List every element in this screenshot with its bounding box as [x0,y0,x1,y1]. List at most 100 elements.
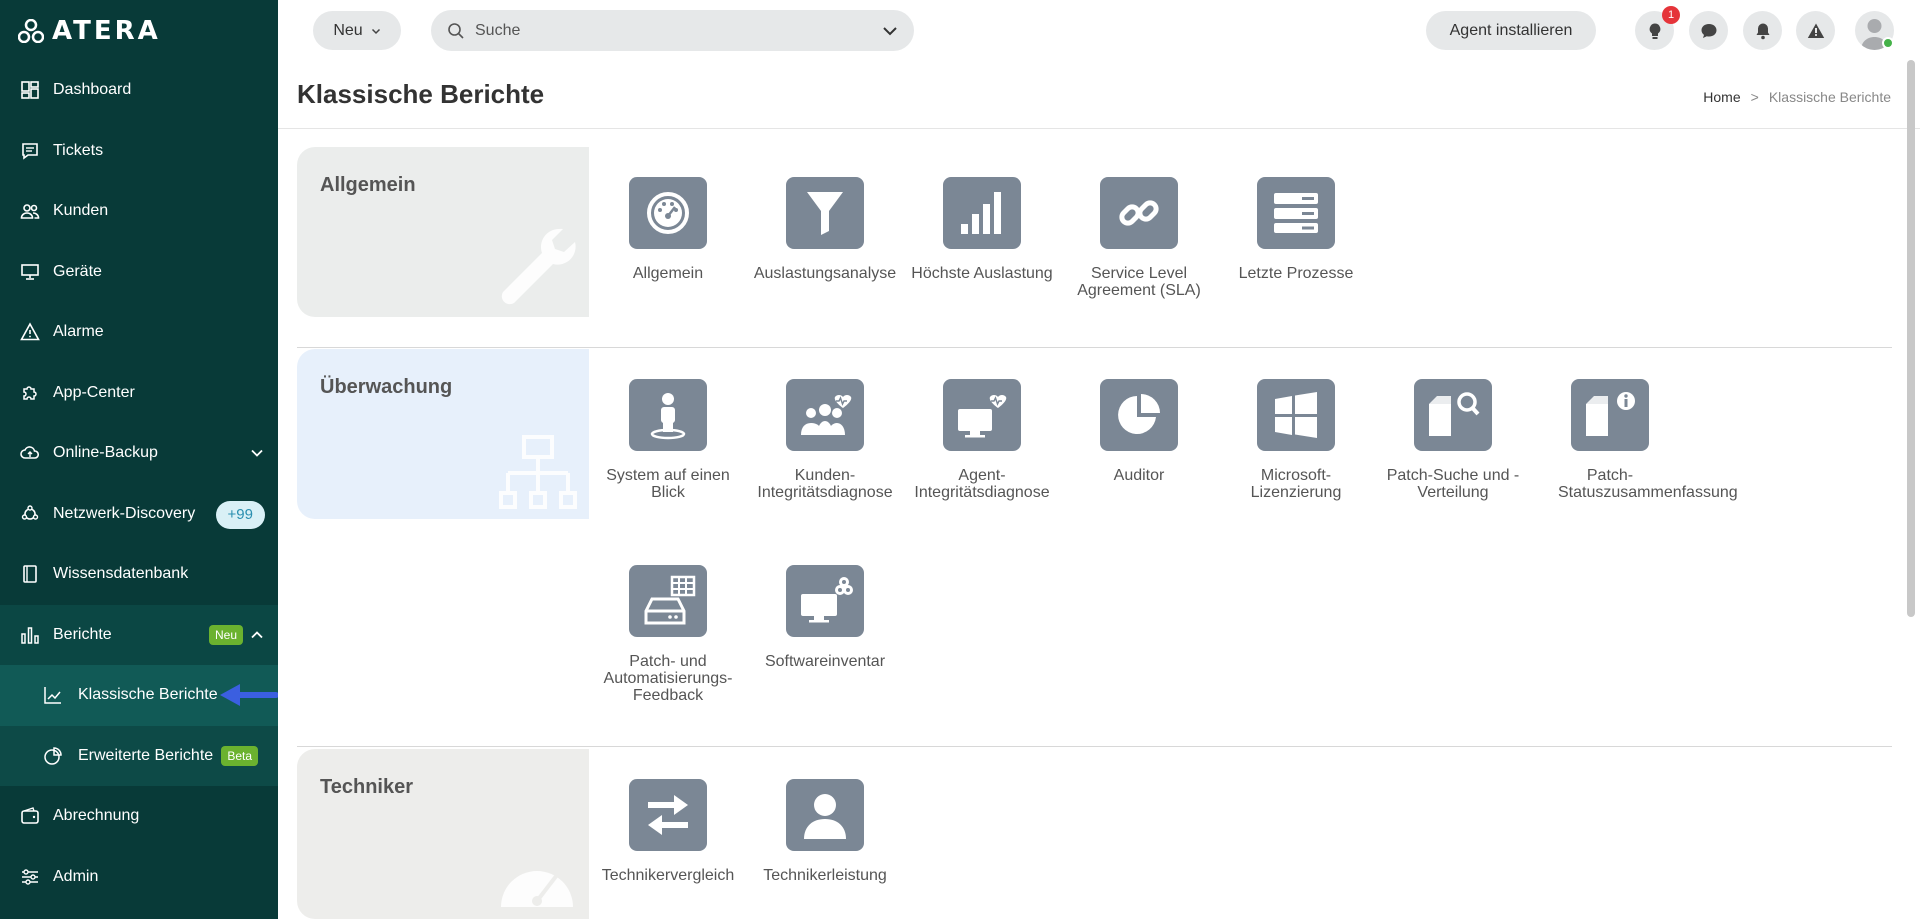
report-technikerleistung[interactable]: Technikerleistung [745,779,905,884]
brand-name: ATERA [52,16,161,46]
report-hoechste-auslastung[interactable]: Höchste Auslastung [902,177,1062,282]
report-tile [786,177,864,249]
report-kunden-integritaetsdiagnose[interactable]: Kunden-Integritätsdiagnose [745,379,905,501]
sidebar-item-tickets[interactable]: Tickets [0,121,278,182]
notifications-button[interactable] [1743,11,1782,50]
sidebar-item-label: Netzwerk-Discovery [53,504,196,522]
report-label: Technikerleistung [763,867,887,884]
page-scrollbar[interactable] [1907,60,1915,617]
sidebar-item-label: Abrechnung [53,807,140,825]
install-agent-label: Agent installieren [1449,21,1573,39]
sidebar-item-geraete[interactable]: Geräte [0,242,278,303]
sidebar-item-admin[interactable]: Admin [0,847,278,908]
report-label: Höchste Auslastung [911,265,1053,282]
report-tile [943,177,1021,249]
search-dropdown-icon[interactable] [882,23,898,39]
sidebar-item-netzwerk-discovery[interactable]: Netzwerk-Discovery +99 [0,484,278,545]
brand-logo[interactable]: ATERA [18,14,161,48]
report-tile [1257,379,1335,451]
sidebar-item-erweiterte-berichte[interactable]: Erweiterte Berichte Beta [0,725,278,786]
search-placeholder: Suche [475,21,521,39]
network-tree-icon [499,435,577,509]
ideas-button[interactable]: 1 [1635,6,1680,50]
report-technikervergleich[interactable]: Technikervergleich [588,779,748,884]
report-allgemein[interactable]: Allgemein [588,177,748,282]
report-auditor[interactable]: Auditor [1059,379,1219,484]
book-icon [20,564,40,584]
report-label: Auslastungsanalyse [753,265,897,282]
sidebar-item-app-center[interactable]: App-Center [0,363,278,424]
search-input[interactable]: Suche [431,10,914,51]
sliders-icon [20,867,40,887]
speedometer-icon [501,871,573,907]
sidebar-item-label: Geräte [53,262,102,280]
cloud-icon [20,443,40,463]
lightbulb-icon [1649,23,1660,39]
report-tile [943,379,1021,451]
sidebar-item-label: Admin [53,867,99,885]
pie-chart-icon [43,746,63,766]
swap-arrows-icon [648,795,688,835]
sidebar-item-online-backup[interactable]: Online-Backup [0,423,278,484]
report-system-auf-einen-blick[interactable]: System auf einen Blick [588,379,748,501]
dashboard-icon [20,80,40,100]
report-patch-statuszusammenfassung[interactable]: Patch-Statuszusammenfassung [1530,379,1738,501]
chat-button[interactable] [1689,11,1728,50]
report-auslastungsanalyse[interactable]: Auslastungsanalyse [745,177,905,282]
section-divider [297,746,1892,747]
report-microsoft-lizenzierung[interactable]: Microsoft-Lizenzierung [1216,379,1376,501]
bell-icon [1756,23,1769,39]
sidebar-item-dashboard[interactable]: Dashboard [0,60,278,121]
breadcrumb: Home > Klassische Berichte [1703,89,1891,105]
report-label: Patch-Suche und -Verteilung [1386,467,1520,501]
section-ueberwachung: Überwachung System auf einen Blick Kunde… [297,349,1892,749]
new-button[interactable]: Neu [313,11,401,50]
sidebar-item-label: Online-Backup [53,444,158,462]
section-allgemein: Allgemein Allgemein Auslastungsanalyse H… [297,147,1892,317]
report-softwareinventar[interactable]: Softwareinventar [745,565,905,670]
wrench-icon [501,228,576,305]
header-divider [278,128,1920,129]
sidebar-item-label: Kunden [53,202,109,220]
link-icon [1119,200,1159,226]
report-tile [786,565,864,637]
report-label: Service Level Agreement (SLA) [1077,265,1201,299]
sidebar-item-wissensdatenbank[interactable]: Wissensdatenbank [0,544,278,605]
atera-logo-icon [18,19,44,43]
alerts-button[interactable] [1796,11,1835,50]
sidebar-item-abrechnung[interactable]: Abrechnung [0,786,278,847]
report-tile [629,779,707,851]
breadcrumb-home[interactable]: Home [1703,89,1740,105]
chevron-up-icon[interactable] [250,628,264,642]
line-chart-icon [43,685,63,705]
sidebar-item-alarme[interactable]: Alarme [0,302,278,363]
install-agent-button[interactable]: Agent installieren [1426,11,1596,50]
network-icon [20,504,40,524]
breadcrumb-separator: > [1750,89,1759,105]
group-health-icon [801,395,852,435]
report-tile [786,379,864,451]
report-label: Technikervergleich [601,867,735,884]
wallet-icon [20,806,40,826]
discovery-count-badge: +99 [215,500,265,529]
report-label: Softwareinventar [764,653,886,670]
chevron-down-icon[interactable] [250,446,264,460]
section-title: Allgemein [320,174,416,196]
windows-icon [1275,392,1317,438]
tickets-icon [20,141,40,161]
report-patch-automatisierungs-feedback[interactable]: Patch- und Automatisierungs-Feedback [588,565,748,704]
server-list-icon [1274,193,1318,233]
report-letzte-prozesse[interactable]: Letzte Prozesse [1216,177,1376,282]
report-tile [629,379,707,451]
report-tile [629,177,707,249]
gauge-icon [647,192,689,234]
sidebar-item-label: Alarme [53,323,104,341]
report-sla[interactable]: Service Level Agreement (SLA) [1059,177,1219,299]
report-patch-suche[interactable]: Patch-Suche und -Verteilung [1373,379,1533,501]
report-agent-integritaetsdiagnose[interactable]: Agent-Integritätsdiagnose [902,379,1062,501]
document-info-icon [1586,392,1635,436]
sidebar-item-berichte[interactable]: Berichte Neu [0,604,278,665]
bar-chart-icon [20,625,40,645]
sidebar-item-kunden[interactable]: Kunden [0,181,278,242]
document-search-icon [1429,392,1480,436]
